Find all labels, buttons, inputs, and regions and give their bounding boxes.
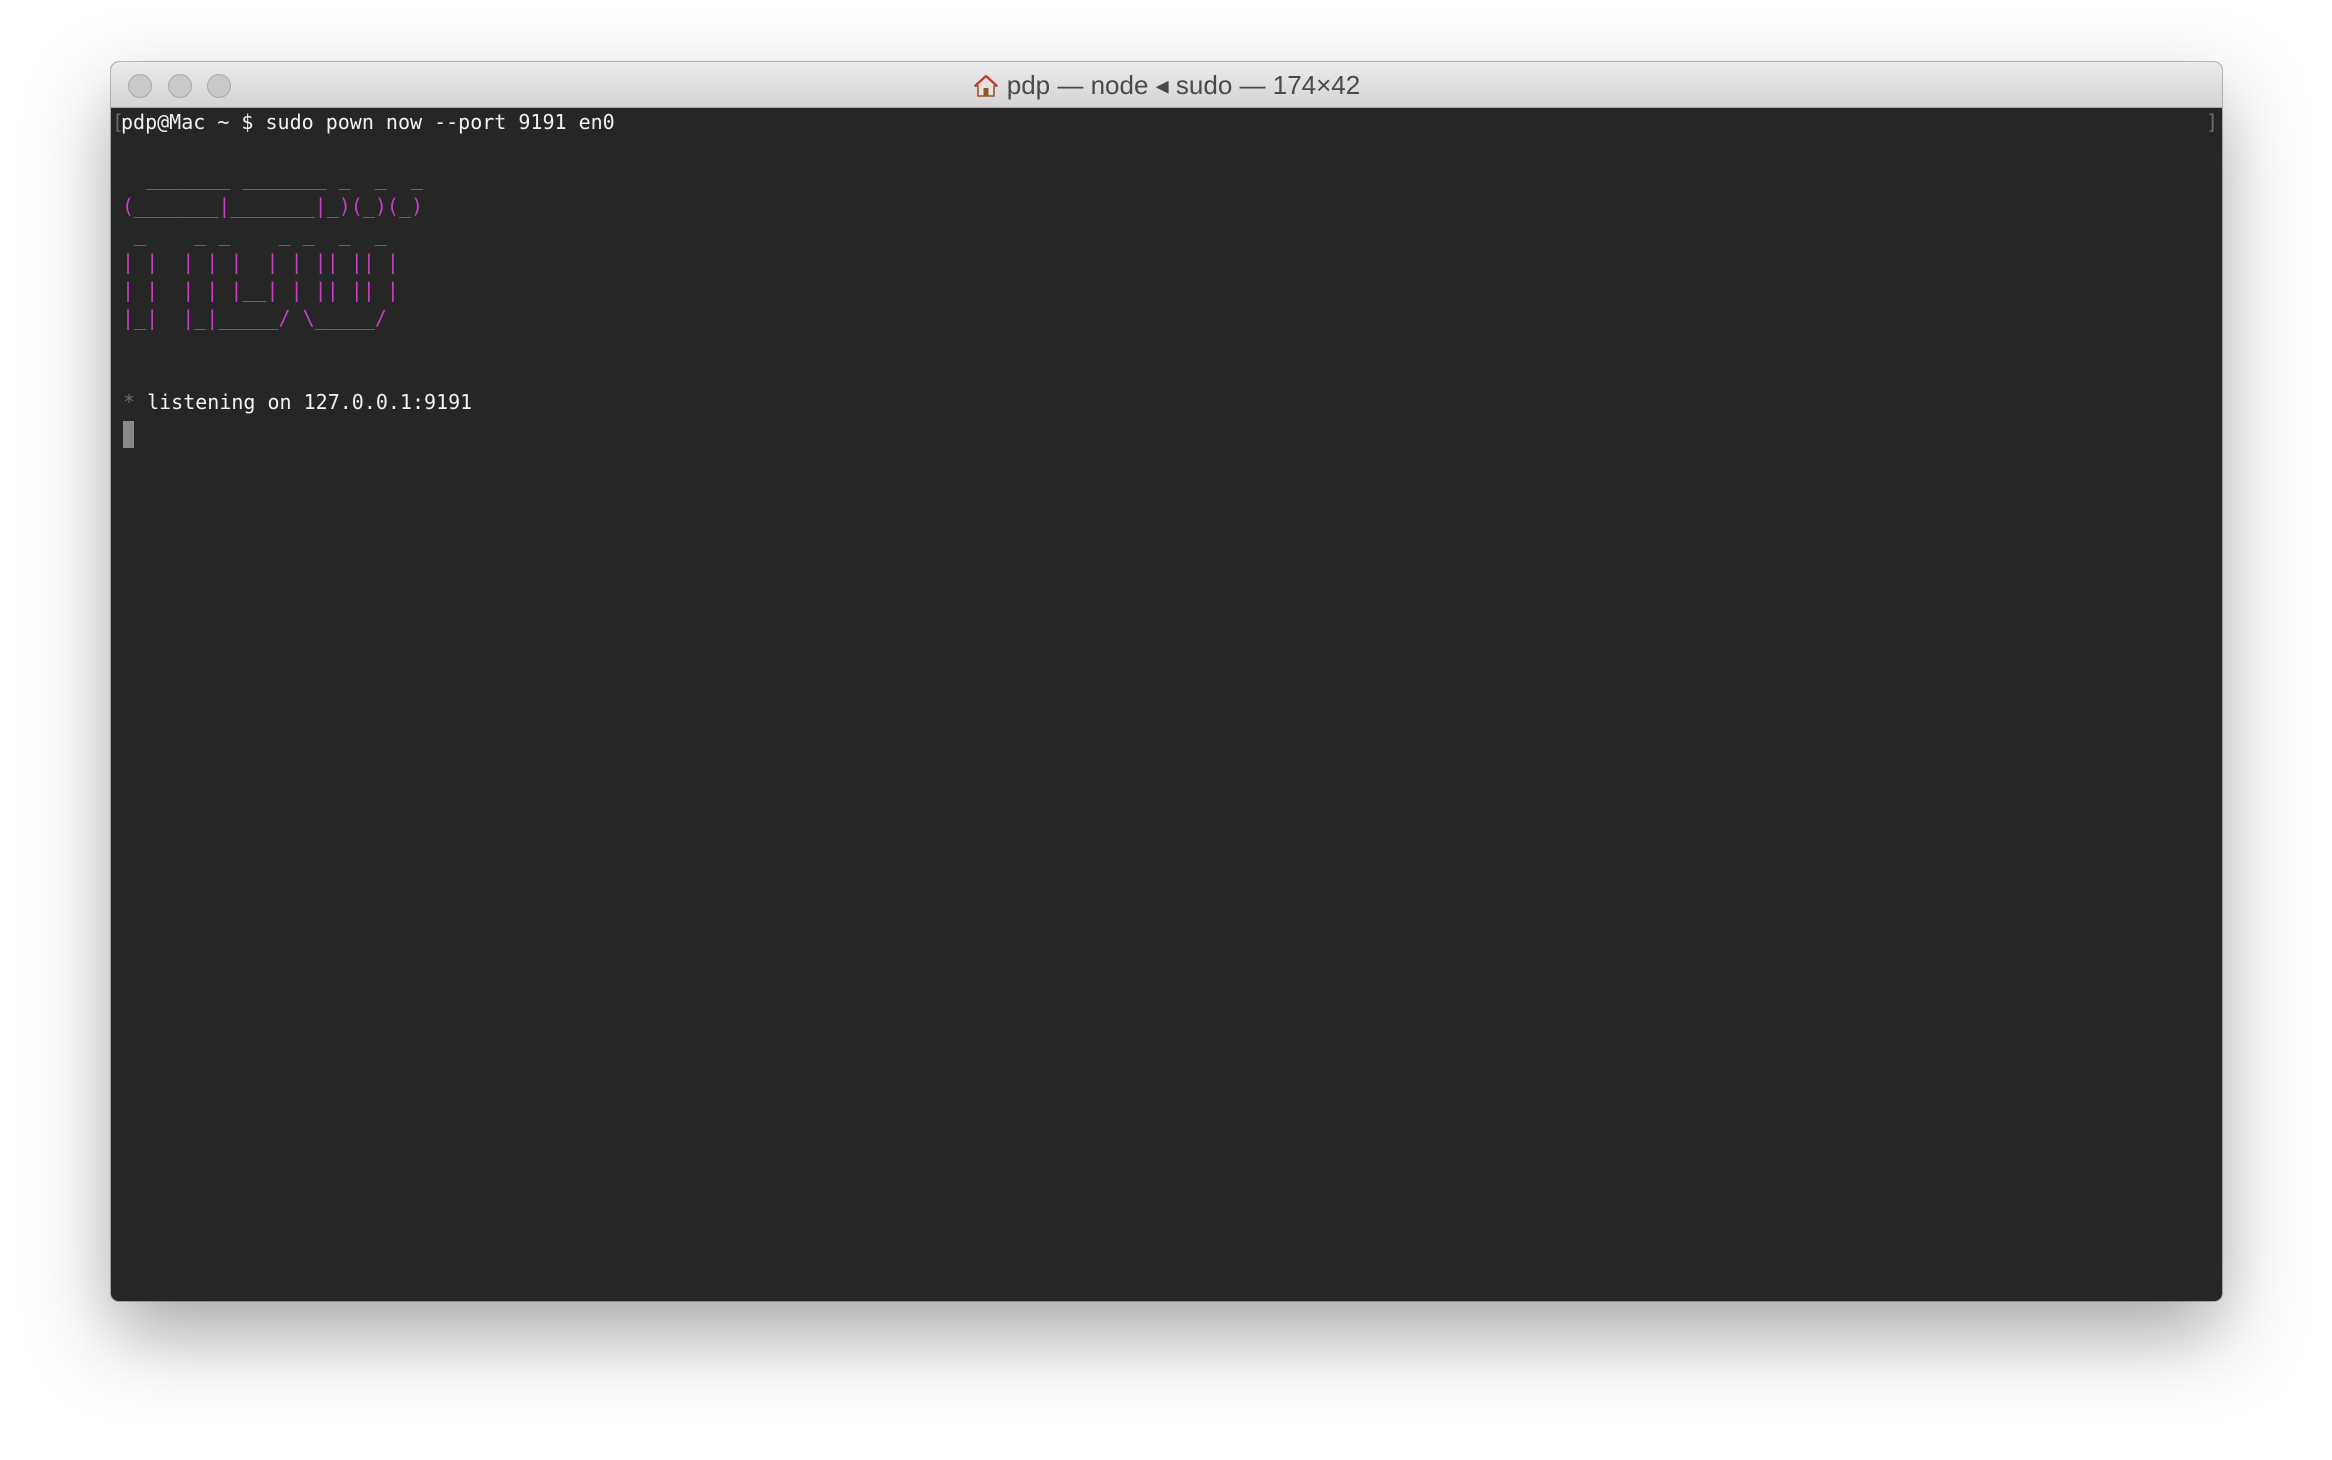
terminal-window: pdp — node ◂ sudo — 174×42 [ pdp@Mac ~ $… (111, 62, 2222, 1301)
ascii-banner: _______ _______ _ _ _ (_______|_______|_… (122, 166, 424, 330)
home-icon (973, 74, 999, 104)
title-bar[interactable]: pdp — node ◂ sudo — 174×42 (111, 62, 2222, 108)
status-text: listening on 127.0.0.1:9191 (147, 390, 473, 414)
terminal-content[interactable]: [ pdp@Mac ~ $ sudo pown now --port 9191 … (111, 108, 2222, 1301)
status-marker: * (123, 390, 136, 414)
window-title-text: pdp — node ◂ sudo — 174×42 (1006, 70, 1361, 100)
prompt: pdp@Mac ~ $ (121, 110, 254, 134)
command-line: pdp@Mac ~ $ sudo pown now --port 9191 en… (121, 108, 615, 136)
window-title: pdp — node ◂ sudo — 174×42 (111, 70, 2222, 104)
command-text: sudo pown now --port 9191 en0 (265, 110, 615, 134)
mark-bracket-right: ] (2205, 110, 2218, 134)
status-line: * listening on 127.0.0.1:9191 (123, 388, 472, 416)
terminal-cursor (123, 421, 134, 448)
